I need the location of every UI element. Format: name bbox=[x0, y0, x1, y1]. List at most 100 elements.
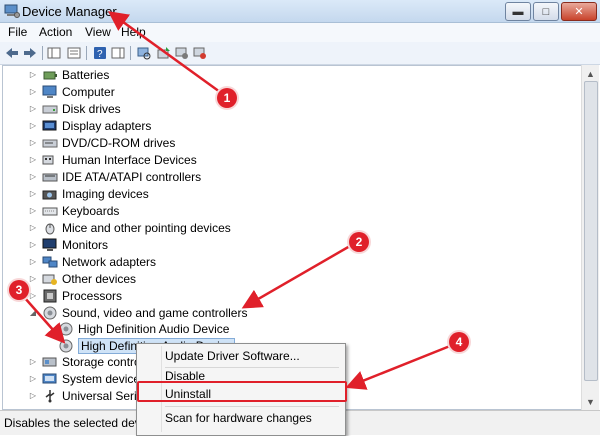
update-driver-icon[interactable] bbox=[156, 45, 172, 61]
callout-4: 4 bbox=[449, 332, 469, 352]
tree-item-processors[interactable]: ▷ Processors bbox=[28, 287, 122, 304]
other-device-icon bbox=[42, 274, 57, 285]
storage-controller-icon bbox=[42, 357, 57, 366]
uninstall-device-icon[interactable] bbox=[192, 45, 208, 61]
minimize-button[interactable]: ▬ bbox=[505, 2, 531, 21]
expand-icon[interactable]: ▷ bbox=[28, 257, 38, 266]
expand-icon[interactable]: ▷ bbox=[28, 104, 38, 113]
menu-action[interactable]: Action bbox=[39, 25, 72, 39]
context-scan-for-hardware-changes[interactable]: Scan for hardware changes bbox=[139, 408, 341, 428]
tree-item-disk-drives[interactable]: ▷ Disk drives bbox=[28, 100, 121, 117]
tree-item-label: Sound, video and game controllers bbox=[62, 305, 248, 320]
context-item-label: Scan for hardware changes bbox=[165, 411, 312, 425]
tree-item-label: Display adapters bbox=[62, 118, 152, 133]
callout-3: 3 bbox=[9, 280, 29, 300]
toolbar: ? bbox=[0, 42, 600, 65]
tree-item-label: Human Interface Devices bbox=[62, 152, 197, 167]
expand-icon[interactable]: ▷ bbox=[28, 291, 38, 300]
help-icon[interactable]: ? bbox=[92, 45, 108, 61]
tree-item-mice-and-other-pointing-devices[interactable]: ▷ Mice and other pointing devices bbox=[28, 219, 231, 236]
expand-icon[interactable]: ▷ bbox=[28, 172, 38, 181]
tree-item-label: Other devices bbox=[62, 271, 137, 286]
disable-device-icon[interactable] bbox=[174, 45, 190, 61]
expand-icon[interactable]: ▷ bbox=[28, 223, 38, 232]
tree-item-imaging-devices[interactable]: ▷ Imaging devices bbox=[28, 185, 149, 202]
camera-icon bbox=[42, 190, 57, 199]
window-title: Device Manager bbox=[22, 4, 117, 19]
scan-hardware-icon[interactable] bbox=[136, 45, 152, 61]
expand-icon[interactable]: ▷ bbox=[28, 189, 38, 198]
tree-item-label: Imaging devices bbox=[62, 186, 149, 201]
collapse-icon[interactable]: ◢ bbox=[28, 308, 38, 317]
expand-icon[interactable]: ▷ bbox=[28, 274, 38, 283]
tree-item-keyboards[interactable]: ▷ Keyboards bbox=[28, 202, 119, 219]
context-item-label: Update Driver Software... bbox=[165, 349, 300, 363]
expand-icon[interactable]: ▷ bbox=[28, 206, 38, 215]
tree-item-human-interface-devices[interactable]: ▷ Human Interface Devices bbox=[28, 151, 197, 168]
mouse-icon bbox=[45, 223, 55, 234]
expand-icon[interactable]: ▷ bbox=[28, 138, 38, 147]
tree-item-label: IDE ATA/ATAPI controllers bbox=[62, 169, 202, 184]
display-adapter-icon bbox=[42, 120, 57, 130]
scroll-down-icon[interactable]: ▼ bbox=[584, 395, 597, 408]
expand-icon[interactable]: ▷ bbox=[28, 240, 38, 249]
expand-icon[interactable]: ▷ bbox=[28, 155, 38, 164]
context-update-driver-software[interactable]: Update Driver Software... bbox=[139, 346, 341, 366]
menu-help[interactable]: Help bbox=[121, 25, 146, 39]
tree-item-sound-video-game-controllers[interactable]: ◢ Sound, video and game controllers bbox=[28, 304, 248, 321]
context-separator bbox=[165, 406, 339, 407]
speaker-icon bbox=[59, 339, 73, 352]
menu-file[interactable]: File bbox=[8, 25, 27, 39]
show-hide-action-pane-icon[interactable] bbox=[110, 45, 126, 61]
tree-item-monitors[interactable]: ▷ Monitors bbox=[28, 236, 108, 253]
hid-icon bbox=[42, 155, 54, 164]
computer-icon bbox=[42, 85, 57, 98]
dvd-drive-icon bbox=[42, 139, 58, 147]
system-device-icon bbox=[42, 373, 57, 383]
expand-icon[interactable]: ▷ bbox=[28, 121, 38, 130]
expand-icon[interactable]: ▷ bbox=[28, 70, 38, 79]
tree-item-hd-audio-device-1[interactable]: High Definition Audio Device bbox=[58, 320, 229, 337]
usb-icon bbox=[45, 389, 55, 402]
tree-item-system-devices[interactable]: ▷ System devices bbox=[28, 370, 146, 387]
tree-item-label: Processors bbox=[62, 288, 123, 303]
expand-icon[interactable]: ▷ bbox=[28, 87, 38, 96]
device-manager-icon bbox=[4, 4, 20, 18]
battery-icon bbox=[43, 71, 57, 79]
expand-icon[interactable]: ▷ bbox=[28, 374, 38, 383]
tree-item-display-adapters[interactable]: ▷ Display adapters bbox=[28, 117, 151, 134]
properties-icon[interactable] bbox=[66, 45, 82, 61]
title-bar: Device Manager ▬ □ ✕ bbox=[0, 0, 600, 23]
tree-item-computer[interactable]: ▷ Computer bbox=[28, 83, 115, 100]
tree-item-label: Network adapters bbox=[62, 254, 157, 269]
tree-item-label: Disk drives bbox=[62, 101, 121, 116]
back-icon[interactable] bbox=[4, 45, 20, 61]
monitor-icon bbox=[42, 238, 57, 251]
expand-icon[interactable]: ▷ bbox=[28, 357, 38, 366]
tree-item-label: High Definition Audio Device bbox=[78, 321, 230, 336]
expand-icon[interactable]: ▷ bbox=[28, 391, 38, 400]
tree-item-label: Mice and other pointing devices bbox=[62, 220, 231, 235]
close-button[interactable]: ✕ bbox=[561, 2, 597, 21]
tree-item-dvd-cd-rom-drives[interactable]: ▷ DVD/CD-ROM drives bbox=[28, 134, 175, 151]
processor-icon bbox=[43, 289, 57, 302]
scroll-thumb[interactable] bbox=[584, 81, 598, 381]
speaker-icon bbox=[43, 306, 57, 319]
show-hide-console-tree-icon[interactable] bbox=[46, 45, 62, 61]
vertical-scrollbar[interactable]: ▲ ▼ bbox=[581, 65, 599, 410]
uninstall-highlight bbox=[137, 381, 347, 402]
menu-view[interactable]: View bbox=[85, 25, 111, 39]
tree-item-label: Computer bbox=[62, 84, 115, 99]
forward-icon[interactable] bbox=[22, 45, 38, 61]
tree-item-network-adapters[interactable]: ▷ Network adapters bbox=[28, 253, 156, 270]
tree-item-ide-ata-atapi-controllers[interactable]: ▷ IDE ATA/ATAPI controllers bbox=[28, 168, 201, 185]
tree-item-batteries[interactable]: ▷ Batteries bbox=[28, 66, 109, 83]
tree-item-label: Keyboards bbox=[62, 203, 120, 218]
tree-item-label: Batteries bbox=[62, 67, 110, 82]
toolbar-separator bbox=[130, 46, 131, 60]
maximize-button[interactable]: □ bbox=[533, 2, 559, 21]
disk-drive-icon bbox=[42, 105, 58, 113]
tree-item-other-devices[interactable]: ▷ Other devices bbox=[28, 270, 136, 287]
scroll-up-icon[interactable]: ▲ bbox=[584, 67, 597, 80]
tree-item-label: DVD/CD-ROM drives bbox=[62, 135, 176, 150]
